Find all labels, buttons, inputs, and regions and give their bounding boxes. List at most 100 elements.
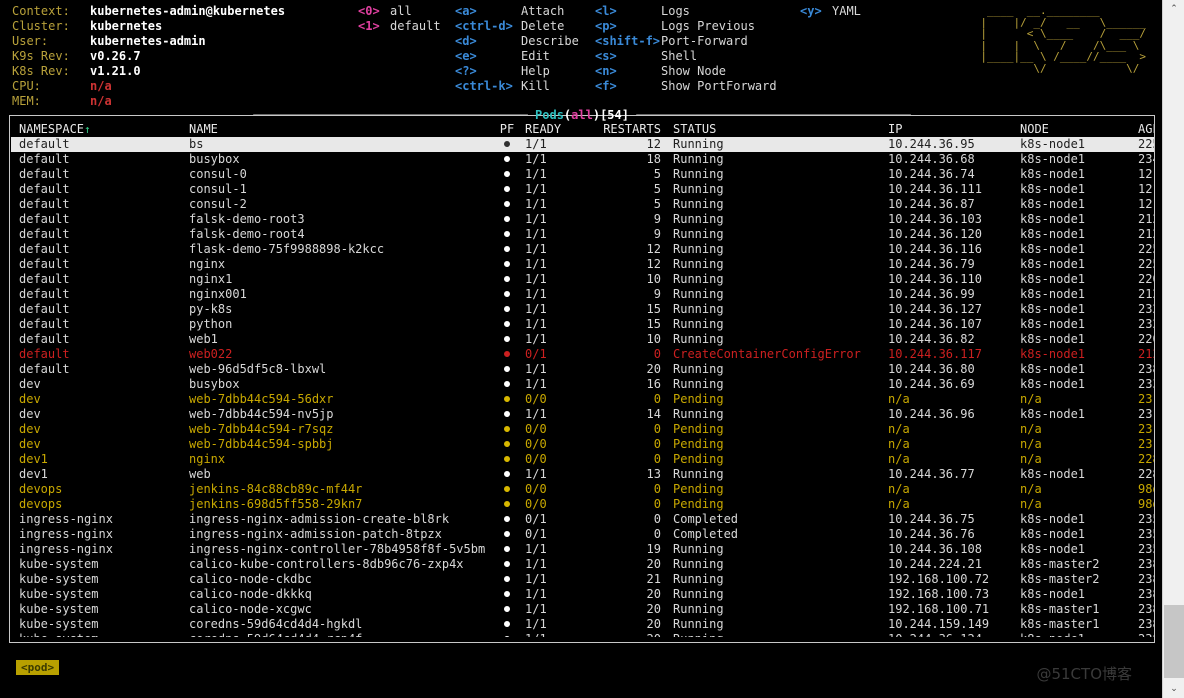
keybinding-label: Edit [521, 49, 550, 63]
table-row[interactable]: ingress-nginx ingress-nginx-admission-pat… [11, 527, 1154, 542]
page-scrollbar[interactable]: ⌃ ⌄ [1162, 0, 1184, 698]
table-row[interactable]: devops jenkins-698d5ff558-29kn7 0/0 0 Pendin… [11, 497, 1154, 512]
cell-ready: 1/1 [525, 227, 547, 241]
table-row[interactable]: dev busybox 1/1 16 Running 10.244.36.69 k8s-no… [11, 377, 1154, 392]
column-header-ip[interactable]: IP [888, 122, 1020, 137]
cell-ip: 10.244.36.108 [888, 542, 982, 556]
table-row[interactable]: default flask-demo-75f9988898-k2kcc 1/1 12 R… [11, 242, 1154, 257]
table-row[interactable]: kube-system calico-kube-controllers-8db96… [11, 557, 1154, 572]
keybinding-row[interactable]: <a> Attach [455, 4, 579, 19]
column-header-pf[interactable]: PF [489, 122, 525, 137]
table-row[interactable]: ingress-nginx ingress-nginx-admission-cre… [11, 512, 1154, 527]
column-header-restarts[interactable]: RESTARTS [583, 122, 667, 137]
column-header-namespace[interactable]: NAMESPACE↑ [11, 122, 189, 137]
cell-age: 238d [1138, 572, 1154, 586]
cell-restarts: 5 [653, 182, 661, 196]
table-row[interactable]: default web022 0/1 0 CreateContainerConfigEr… [11, 347, 1154, 362]
cell-status: Pending [673, 437, 724, 451]
resource-prompt-badge[interactable]: <pod> [16, 660, 60, 675]
keybinding-row[interactable]: <d> Describe [455, 34, 579, 49]
table-row[interactable]: devops jenkins-84c88cb89c-mf44r 0/0 0 Pendin… [11, 482, 1154, 497]
keybinding-row[interactable]: <l> Logs [595, 4, 777, 19]
cell-ready: 1/1 [525, 602, 547, 616]
cell-ready: 1/1 [525, 332, 547, 346]
cell-name: nginx1 [189, 272, 233, 286]
cell-ready: 1/1 [525, 272, 547, 286]
cell-status: Running [673, 332, 724, 346]
pods-table-body: default bs 1/1 12 Running 10.244.36.95 k8s-nod… [11, 137, 1154, 637]
cell-ready: 0/0 [525, 497, 547, 511]
table-row[interactable]: kube-systemcoredns-59d64cd4d4-rcp4f 1/120… [11, 632, 1154, 637]
cluster-info-value: kubernetes [90, 19, 163, 33]
keybinding-row[interactable]: <e> Edit [455, 49, 579, 64]
table-row[interactable]: kube-system coredns-59d64cd4d4-hgkdl 1/1 20… [11, 617, 1154, 632]
keybinding-combo: <p> [595, 19, 617, 33]
table-row[interactable]: kube-system calico-node-ckdbc 1/1 21 Running… [11, 572, 1154, 587]
cluster-info-row: K8s Rev: v1.21.0 [12, 64, 285, 79]
cell-status: Running [667, 632, 888, 637]
cell-restarts: 5 [653, 197, 661, 211]
pods-table-header-row: NAMESPACE↑ NAME PF READY RESTARTS STATUS IP NOD… [11, 122, 1154, 137]
keybinding-label: Logs [661, 4, 690, 18]
cell-namespace: dev1 [19, 467, 48, 481]
table-row[interactable]: kube-system calico-node-dkkkq 1/1 20 Running… [11, 587, 1154, 602]
keybinding-row[interactable]: <ctrl-d> Delete [455, 19, 579, 34]
cluster-info-value: kubernetes-admin [90, 34, 206, 48]
cell-node: k8s-node1 [1020, 512, 1086, 526]
table-row[interactable]: default consul-2 1/1 5 Running 10.244.36.87 k8… [11, 197, 1154, 212]
column-header-node[interactable]: NODE [1020, 122, 1138, 137]
column-header-age[interactable]: AGE [1138, 122, 1154, 137]
port-forward-status-icon [504, 215, 510, 222]
watermark-text: @51CTO博客 [1036, 665, 1132, 683]
table-row[interactable]: ingress-nginx ingress-nginx-controller-78… [11, 542, 1154, 557]
cell-namespace: default [19, 182, 70, 196]
keybinding-row[interactable]: <ctrl-k> Kill [455, 79, 579, 94]
table-row[interactable]: kube-system calico-node-xcgwc 1/1 20 Running… [11, 602, 1154, 617]
keybinding-row[interactable]: <y> YAML [800, 4, 861, 19]
keybinding-combo: <shift-f> [595, 34, 661, 48]
table-row[interactable]: default nginx001 1/1 9 Running 10.244.36.99 k8… [11, 287, 1154, 302]
table-row[interactable]: dev web-7dbb44c594-56dxr 0/0 0 Pending n/a n/a… [11, 392, 1154, 407]
keybinding-row[interactable]: <s> Shell [595, 49, 777, 64]
table-row[interactable]: default falsk-demo-root4 1/1 9 Running 10.244… [11, 227, 1154, 242]
pods-table-scroll-region[interactable]: NAMESPACE↑ NAME PF READY RESTARTS STATUS IP NOD… [11, 122, 1154, 637]
table-row[interactable]: default falsk-demo-root3 1/1 9 Running 10.244… [11, 212, 1154, 227]
port-forward-status-icon [504, 155, 510, 162]
keybinding-row[interactable]: <0> all [358, 4, 441, 19]
cell-restarts: 21 [646, 572, 661, 586]
column-header-status[interactable]: STATUS [667, 122, 888, 137]
table-row[interactable]: default py-k8s 1/1 15 Running 10.244.36.127 k8… [11, 302, 1154, 317]
table-row[interactable]: default nginx 1/1 12 Running 10.244.36.79 k8s-… [11, 257, 1154, 272]
column-header-ready[interactable]: READY [525, 122, 583, 137]
table-row[interactable]: dev web-7dbb44c594-spbbj 0/0 0 Pending n/a n/a… [11, 437, 1154, 452]
table-row[interactable]: default nginx1 1/1 10 Running 10.244.36.110 k8… [11, 272, 1154, 287]
cell-node: k8s-node1 [1020, 467, 1086, 481]
table-row[interactable]: default web1 1/1 10 Running 10.244.36.82 k8s-n… [11, 332, 1154, 347]
keybinding-row[interactable]: <shift-f>Port-Forward [595, 34, 777, 49]
table-row[interactable]: dev web-7dbb44c594-nv5jp 1/1 14 Running 10.24… [11, 407, 1154, 422]
cell-node: k8s-node1 [1020, 317, 1086, 331]
table-row[interactable]: default busybox 1/1 18 Running 10.244.36.68 k8… [11, 152, 1154, 167]
keybinding-row[interactable]: <p> Logs Previous [595, 19, 777, 34]
cell-ip: 10.244.36.79 [888, 257, 975, 271]
keybinding-row[interactable]: <1> default [358, 19, 441, 34]
keybinding-row[interactable]: <n> Show Node [595, 64, 777, 79]
column-header-name[interactable]: NAME [189, 122, 489, 137]
table-row[interactable]: dev1 nginx 0/0 0 Pending n/a n/a 228d [11, 452, 1154, 467]
table-row[interactable]: dev web-7dbb44c594-r7sqz 0/0 0 Pending n/a n/a… [11, 422, 1154, 437]
table-row[interactable]: default bs 1/1 12 Running 10.244.36.95 k8s-nod… [11, 137, 1154, 152]
table-row[interactable]: default web-96d5df5c8-lbxwl 1/1 20 Running 10… [11, 362, 1154, 377]
table-row[interactable]: default consul-1 1/1 5 Running 10.244.36.111 k… [11, 182, 1154, 197]
scroll-up-arrow-icon[interactable]: ⌃ [1163, 0, 1184, 18]
cell-node: k8s-node1 [1020, 137, 1138, 152]
scroll-down-arrow-icon[interactable]: ⌄ [1163, 680, 1184, 698]
table-row[interactable]: dev1 web 1/1 13 Running 10.244.36.77 k8s-node1… [11, 467, 1154, 482]
table-row[interactable]: default python 1/1 15 Running 10.244.36.107 k8… [11, 317, 1154, 332]
keybinding-row[interactable]: <?> Help [455, 64, 579, 79]
scrollbar-thumb[interactable] [1164, 605, 1184, 678]
cell-pf [489, 242, 525, 257]
keybinding-row[interactable]: <f> Show PortForward [595, 79, 777, 94]
cell-ip: 10.244.36.116 [888, 242, 982, 256]
port-forward-status-icon [504, 290, 510, 297]
table-row[interactable]: default consul-0 1/1 5 Running 10.244.36.74 k8… [11, 167, 1154, 182]
